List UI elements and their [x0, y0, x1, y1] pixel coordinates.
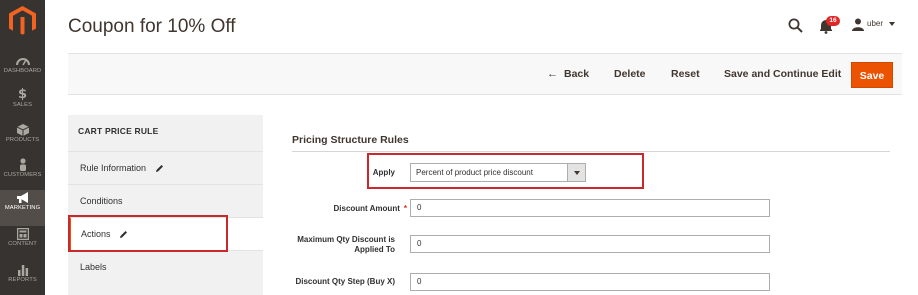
megaphone-icon [16, 192, 28, 203]
delete-button[interactable]: Delete [614, 54, 646, 94]
nav-content[interactable]: CONTENT [0, 226, 45, 262]
discount-amount-input[interactable]: 0 [410, 199, 770, 217]
cube-icon [16, 124, 29, 136]
max-qty-label: Maximum Qty Discount is Applied To [297, 235, 395, 255]
tab-labels[interactable]: Labels [68, 250, 263, 283]
tab-rule-information[interactable]: Rule Information [68, 151, 263, 184]
back-label: Back [564, 68, 590, 80]
apply-label: Apply [372, 168, 395, 177]
save-button[interactable]: Save [851, 62, 893, 88]
pencil-icon [155, 165, 163, 173]
apply-select[interactable]: Percent of product price discount [410, 163, 586, 182]
tabs-heading: CART PRICE RULE [78, 126, 159, 136]
dashboard-icon [15, 58, 30, 66]
magento-logo-icon[interactable] [9, 6, 36, 36]
notifications-badge[interactable]: 16 [826, 16, 840, 26]
user-icon[interactable] [852, 18, 864, 31]
person-icon [19, 158, 26, 171]
tab-conditions[interactable]: Conditions [68, 184, 263, 217]
max-qty-input[interactable]: 0 [410, 235, 770, 253]
discount-amount-label: Discount Amount * [334, 204, 408, 214]
nav-products-label: PRODUCTS [5, 137, 40, 143]
back-button[interactable]: ← Back [547, 54, 589, 94]
nav-dashboard-label: DASHBOARD [3, 68, 42, 74]
chevron-down-icon [567, 164, 585, 181]
nav-customers[interactable]: CUSTOMERS [0, 156, 45, 192]
user-name[interactable]: uber [867, 19, 883, 28]
required-marker: * [403, 204, 407, 213]
page-title: Coupon for 10% Off [68, 16, 236, 37]
nav-customers-label: CUSTOMERS [3, 172, 42, 178]
tab-label: Labels [80, 262, 107, 272]
nav-dashboard[interactable]: DASHBOARD [0, 53, 45, 89]
tab-label: Actions [81, 229, 111, 239]
search-icon[interactable] [788, 18, 803, 33]
max-qty-label-line2: Applied To [354, 245, 395, 254]
pencil-icon [120, 231, 128, 239]
tab-label: Rule Information [80, 163, 147, 173]
page-actions-bar: ← Back Delete Reset Save and Continue Edi… [68, 53, 902, 95]
max-qty-label-line1: Maximum Qty Discount is [297, 235, 395, 244]
save-and-continue-button[interactable]: Save and Continue Edit [724, 54, 841, 94]
cart-price-rule-tabs: CART PRICE RULE Rule Information Conditi… [68, 115, 263, 295]
arrow-left-icon: ← [547, 68, 558, 80]
section-divider [292, 151, 890, 152]
nav-reports[interactable]: REPORTS [0, 262, 45, 295]
apply-select-value: Percent of product price discount [416, 168, 533, 177]
qty-step-label: Discount Qty Step (Buy X) [295, 277, 395, 286]
reset-button[interactable]: Reset [671, 54, 700, 94]
chevron-down-icon[interactable] [889, 22, 895, 26]
layout-icon [16, 228, 29, 240]
nav-products[interactable]: PRODUCTS [0, 122, 45, 158]
nav-marketing-label: MARKETING [4, 205, 41, 211]
qty-step-input[interactable]: 0 [410, 273, 770, 291]
nav-sales[interactable]: $ SALES [0, 87, 45, 123]
nav-content-label: CONTENT [8, 241, 37, 247]
nav-reports-label: REPORTS [8, 277, 37, 283]
section-title: Pricing Structure Rules [292, 134, 409, 146]
tab-actions[interactable]: Actions [68, 217, 263, 250]
nav-marketing[interactable]: MARKETING [0, 190, 45, 226]
discount-amount-text: Discount Amount [333, 204, 400, 213]
tab-label: Conditions [80, 196, 123, 206]
bar-chart-icon [17, 265, 28, 276]
nav-sales-label: SALES [12, 102, 33, 108]
admin-sidebar: DASHBOARD $ SALES PRODUCTS CUSTOMERS MAR… [0, 0, 45, 295]
dollar-icon: $ [17, 87, 28, 102]
